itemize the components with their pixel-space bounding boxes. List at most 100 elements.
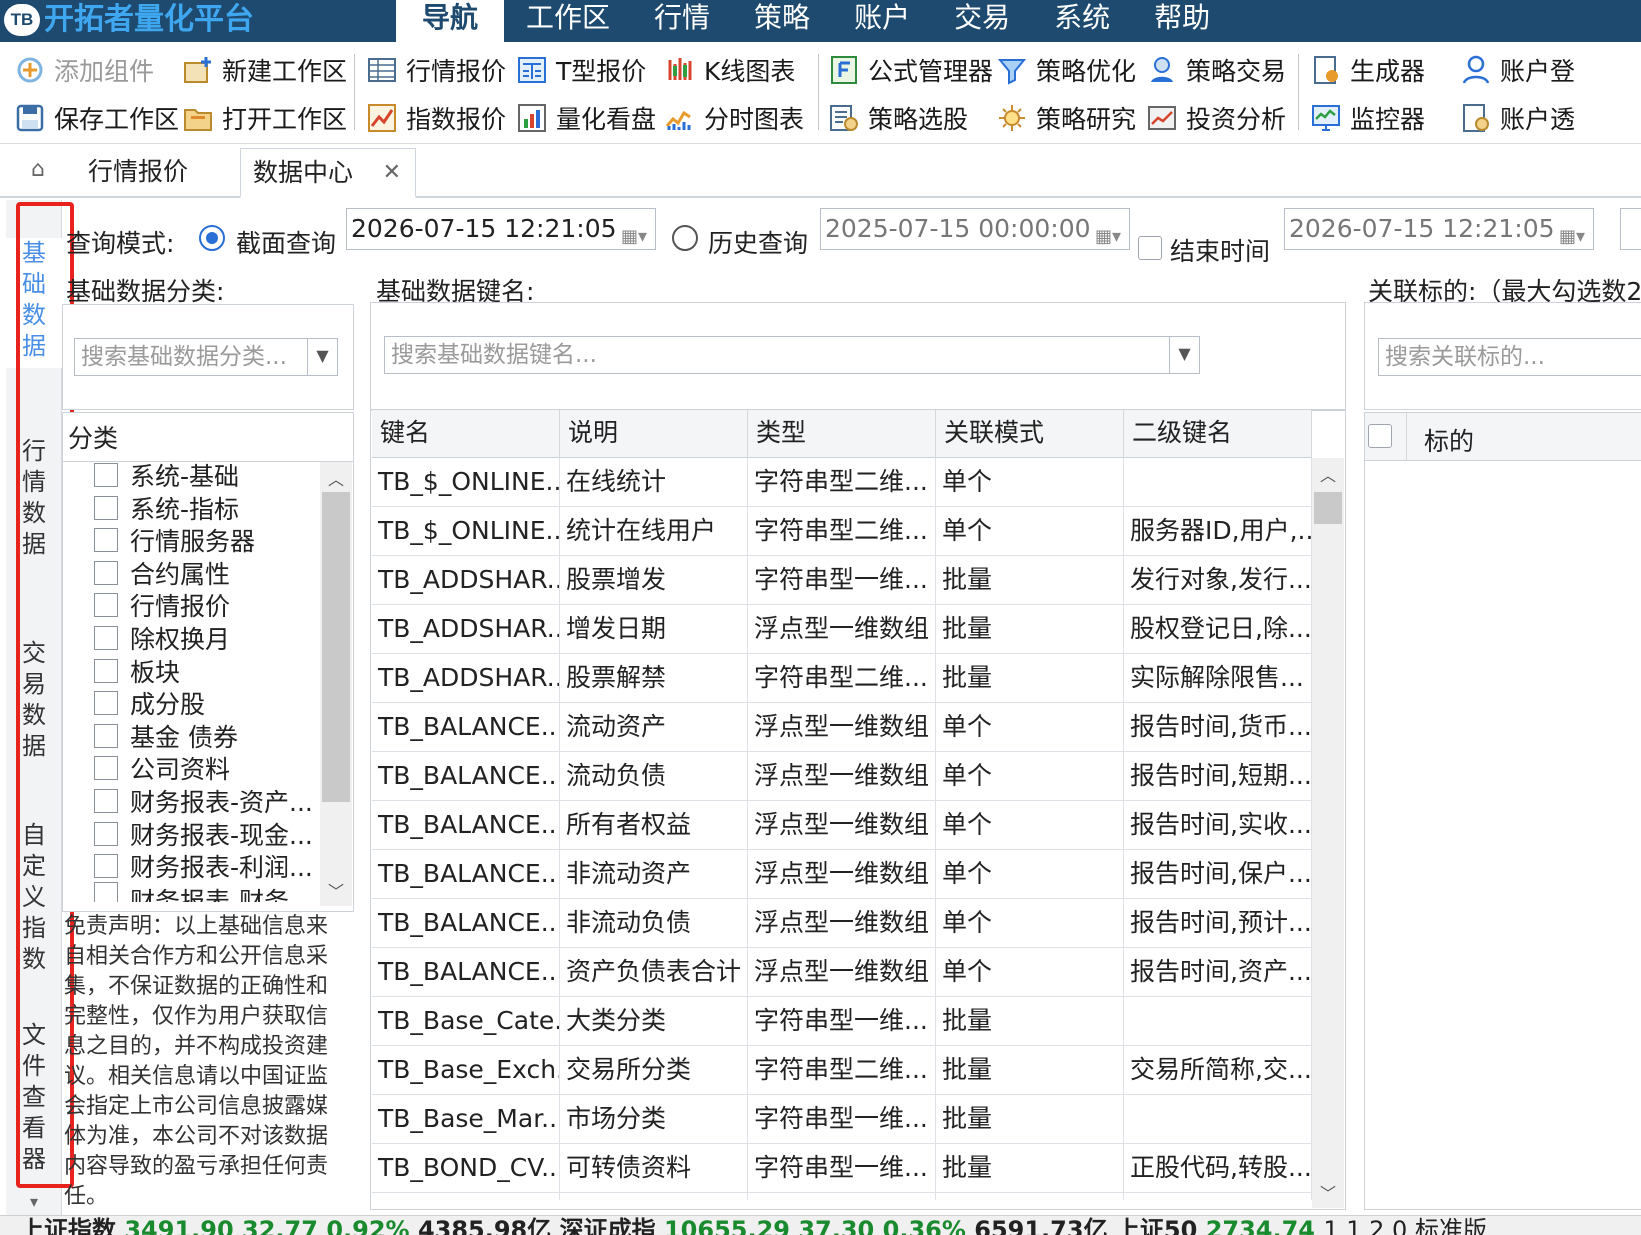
category-tree-item[interactable]: 财务报表-现金... [72, 817, 313, 851]
category-checkbox[interactable] [94, 593, 118, 618]
category-tree-item[interactable]: 除权换月 [72, 621, 230, 655]
quote-button[interactable]: 行情报价 [366, 46, 506, 94]
category-checkbox[interactable] [94, 821, 118, 846]
category-tree-item[interactable]: 系统-基础 [72, 458, 239, 492]
keys-scrollbar[interactable]: ︿ ﹀ [1312, 458, 1344, 1208]
category-tree-item[interactable]: 财务报表-利润... [72, 849, 313, 883]
table-row[interactable]: TB_Base_Cate... 大类分类 字符串型一维... 批量 [372, 997, 1312, 1046]
menu-strategy[interactable]: 策略 [732, 0, 832, 42]
category-tree-item[interactable]: 行情报价 [72, 588, 230, 622]
category-checkbox[interactable] [94, 658, 118, 683]
formula-manager-button[interactable]: 公式管理器 [828, 46, 993, 94]
scroll-thumb[interactable] [322, 492, 350, 802]
account-login-button[interactable]: 账户登 [1460, 46, 1575, 94]
kline-button[interactable]: K线图表 [664, 46, 795, 94]
category-checkbox[interactable] [94, 881, 118, 902]
category-checkbox[interactable] [94, 495, 118, 520]
calendar-icon[interactable]: ▦▾ [1559, 217, 1585, 257]
table-row[interactable]: TB_Base_Mar... 市场分类 字符串型一维... 批量 [372, 1095, 1312, 1144]
related-select-all-checkbox[interactable] [1368, 424, 1392, 448]
generator-button[interactable]: 生成器 [1310, 46, 1425, 94]
chevron-up-icon[interactable]: ︿ [320, 466, 352, 490]
new-workspace-button[interactable]: 新建工作区 [182, 46, 347, 94]
menu-system[interactable]: 系统 [1032, 0, 1132, 42]
chevron-up-icon[interactable]: ︿ [1312, 462, 1344, 486]
tab-quote[interactable]: 行情报价 [76, 148, 200, 198]
category-search-input[interactable]: 搜索基础数据分类... ▼ [74, 338, 338, 376]
category-tree-item[interactable]: 公司资料 [72, 751, 230, 785]
table-row[interactable]: TB_BOND_CV... 可转债资料 字符串型一维... 批量 正股代码,转股... [372, 1144, 1312, 1193]
menu-workspace[interactable]: 工作区 [504, 0, 632, 42]
category-checkbox[interactable] [94, 626, 118, 650]
open-workspace-button[interactable]: 打开工作区 [182, 94, 347, 142]
snapshot-radio[interactable] [199, 225, 225, 251]
category-tree-item[interactable]: 系统-指标 [72, 491, 239, 525]
column-header-relation-mode[interactable]: 关联模式 [936, 410, 1124, 458]
strategy-select-button[interactable]: 策略选股 [828, 94, 968, 142]
t-quote-button[interactable]: T型报价 [516, 46, 646, 94]
table-row[interactable]: TB_BALANCE... 流动资产 浮点型一维数组 单个 报告时间,货币... [372, 703, 1312, 752]
end-time-checkbox[interactable] [1138, 236, 1162, 260]
column-header-sub-keys[interactable]: 二级键名 [1124, 410, 1312, 458]
table-row[interactable]: TB_$_ONLINE... 在线统计 字符串型二维... 单个 [372, 458, 1312, 507]
close-tab-icon[interactable]: ✕ [383, 149, 401, 197]
strategy-research-button[interactable]: 策略研究 [996, 94, 1136, 142]
category-tree-item[interactable]: 基金 债券 [72, 719, 238, 753]
related-search-input[interactable]: 搜索关联标的... [1378, 338, 1641, 376]
quant-board-button[interactable]: 量化看盘 [516, 94, 656, 142]
table-row[interactable]: TB_ADDSHAR... 股票增发 字符串型一维... 批量 发行对象,发行... [372, 556, 1312, 605]
table-row[interactable]: TB_Base_Exch... 交易所分类 字符串型二维... 批量 交易所简称,交..… [372, 1046, 1312, 1095]
table-row[interactable]: TB_BALANCE... 非流动资产 浮点型一维数组 单个 报告时间,保户... [372, 850, 1312, 899]
menu-navigate[interactable]: 导航 [396, 0, 505, 42]
index-quote-button[interactable]: 指数报价 [366, 94, 506, 142]
category-checkbox[interactable] [94, 528, 118, 553]
table-row[interactable]: TB_ADDSHAR... 股票解禁 字符串型二维... 批量 实际解除限售... [372, 654, 1312, 703]
table-row[interactable]: TB_BALANCE... 资产负债表合计 浮点型一维数组 单个 报告时间,资产... [372, 948, 1312, 997]
chevron-down-icon[interactable]: ﹀ [1312, 1180, 1344, 1204]
menu-account[interactable]: 账户 [832, 0, 932, 42]
category-checkbox[interactable] [94, 691, 118, 716]
column-header-type[interactable]: 类型 [748, 410, 936, 458]
add-widget-button[interactable]: 添加组件 [14, 46, 154, 94]
query-button[interactable] [1620, 208, 1641, 250]
tab-data-center[interactable]: 数据中心 ✕ [240, 148, 416, 198]
home-icon[interactable]: ⌂ [20, 148, 56, 192]
strategy-optimize-button[interactable]: 策略优化 [996, 46, 1136, 94]
calendar-icon[interactable]: ▦▾ [621, 217, 647, 257]
category-checkbox[interactable] [94, 723, 118, 748]
column-header-description[interactable]: 说明 [560, 410, 748, 458]
calendar-icon[interactable]: ▦▾ [1095, 217, 1121, 257]
chevron-down-icon[interactable]: ﹀ [320, 878, 352, 902]
category-tree-item[interactable]: 财务报表-资产... [72, 784, 313, 818]
menu-market[interactable]: 行情 [632, 0, 732, 42]
menu-help[interactable]: 帮助 [1132, 0, 1232, 42]
category-checkbox[interactable] [94, 789, 118, 813]
table-row[interactable]: TB_BALANCE... 非流动负债 浮点型一维数组 单个 报告时间,预计... [372, 899, 1312, 948]
save-workspace-button[interactable]: 保存工作区 [14, 94, 179, 142]
timeshare-button[interactable]: 分时图表 [664, 94, 804, 142]
invest-analysis-button[interactable]: 投资分析 [1146, 94, 1286, 142]
category-scrollbar[interactable]: ︿ ﹀ [320, 462, 352, 906]
column-header-key-name[interactable]: 键名 [372, 410, 560, 458]
table-row[interactable]: TB_BALANCE... 所有者权益 浮点型一维数组 单个 报告时间,实收... [372, 801, 1312, 850]
end-datetime-input[interactable]: 2026-07-15 12:21:05 ▦▾ [1284, 208, 1594, 250]
table-row[interactable]: TB_$_ONLINE... 统计在线用户 字符串型二维... 单个 服务器ID,用户,… [372, 507, 1312, 556]
monitor-button[interactable]: 监控器 [1310, 94, 1425, 142]
account-trans-button[interactable]: 账户透 [1460, 94, 1575, 142]
table-row[interactable]: TB_BALANCE... 流动负债 浮点型一维数组 单个 报告时间,短期... [372, 752, 1312, 801]
chevron-down-icon[interactable]: ▾ [6, 1192, 62, 1211]
category-tree-item[interactable]: 财务报表-财务... [72, 881, 313, 902]
chevron-down-icon[interactable]: ▼ [307, 339, 337, 375]
menu-trade[interactable]: 交易 [932, 0, 1032, 42]
category-checkbox[interactable] [94, 463, 118, 487]
table-row[interactable]: TB_BOND_CV...可转债付息信息浮点型一维数组批量 [372, 1193, 1312, 1200]
category-checkbox[interactable] [94, 854, 118, 879]
table-row[interactable]: TB_ADDSHAR... 增发日期 浮点型一维数组 批量 股权登记日,除... [372, 605, 1312, 654]
category-checkbox[interactable] [94, 560, 118, 585]
scroll-thumb[interactable] [1314, 492, 1342, 524]
keys-search-input[interactable]: 搜索基础数据键名... ▼ [384, 336, 1200, 374]
snapshot-datetime-input[interactable]: 2026-07-15 12:21:05 ▦▾ [346, 208, 656, 250]
category-tree-item[interactable]: 行情服务器 [72, 523, 255, 557]
category-tree-item[interactable]: 板块 [72, 654, 180, 688]
history-datetime-input[interactable]: 2025-07-15 00:00:00 ▦▾ [820, 208, 1130, 250]
